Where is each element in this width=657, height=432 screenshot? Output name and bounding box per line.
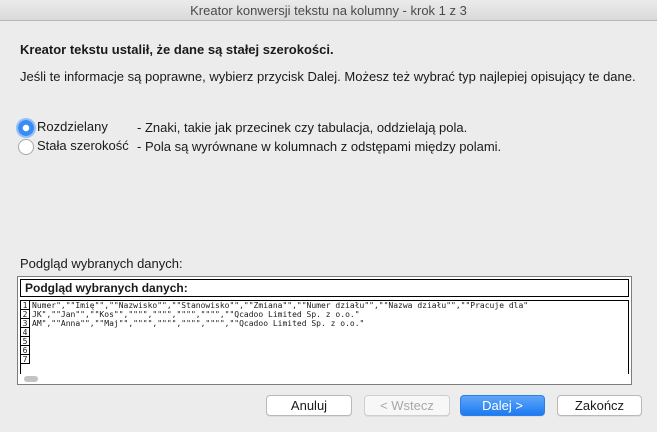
data-preview[interactable]: Podgląd wybranych danych: 1 Numer",""Imię… (17, 276, 632, 385)
option-fixed-width[interactable]: Stała szerokość - Pola są wyrównane w ko… (18, 138, 538, 156)
delimited-radio[interactable] (18, 120, 34, 136)
cancel-button[interactable]: Anuluj (266, 395, 352, 416)
preview-row: 7 (21, 355, 628, 364)
option-delimited[interactable]: Rozdzielany - Znaki, takie jak przecinek… (18, 119, 518, 137)
row-number: 7 (21, 355, 30, 364)
preview-row: 6 (21, 346, 628, 355)
preview-title: Podgląd wybranych danych: (20, 279, 629, 297)
row-number: 1 (21, 301, 30, 310)
preview-row: 2 JK",""Jan"",""Kos"","""","""","""",""""… (21, 310, 628, 319)
wizard-info-text: Jeśli te informacje są poprawne, wybierz… (20, 69, 636, 84)
scrollbar-thumb[interactable] (24, 376, 38, 382)
preview-rows: 1 Numer",""Imię"",""Nazwisko"",""Stanowis… (20, 300, 629, 374)
next-button[interactable]: Dalej > (460, 395, 545, 416)
preview-row: 1 Numer",""Imię"",""Nazwisko"",""Stanowis… (21, 301, 628, 310)
wizard-heading: Kreator tekstu ustalił, że dane są stałe… (20, 42, 334, 57)
preview-label: Podgląd wybranych danych: (20, 256, 183, 271)
preview-row: 3 AM",""Anna"",""Maj"","""","""","""","""… (21, 319, 628, 328)
delimited-label[interactable]: Rozdzielany (37, 119, 108, 134)
row-number: 3 (21, 319, 30, 328)
finish-button[interactable]: Zakończ (557, 395, 642, 416)
row-number: 6 (21, 346, 30, 355)
delimited-description: - Znaki, takie jak przecinek czy tabulac… (137, 120, 468, 135)
window-titlebar: Kreator konwersji tekstu na kolumny - kr… (0, 0, 657, 21)
row-number: 5 (21, 337, 30, 346)
back-button[interactable]: < Wstecz (364, 395, 450, 416)
preview-row: 5 (21, 337, 628, 346)
window-title: Kreator konwersji tekstu na kolumny - kr… (190, 3, 467, 18)
fixed-width-description: - Pola są wyrównane w kolumnach z odstęp… (137, 139, 502, 154)
row-number: 2 (21, 310, 30, 319)
row-text: AM",""Anna"",""Maj"","""","""","""",""""… (32, 319, 365, 328)
fixed-width-radio[interactable] (18, 139, 34, 155)
row-number: 4 (21, 328, 30, 337)
row-text: JK",""Jan"",""Kos"","""","""","""","""",… (32, 310, 360, 319)
fixed-width-label[interactable]: Stała szerokość (37, 138, 129, 153)
horizontal-scrollbar[interactable] (20, 375, 629, 383)
preview-row: 4 (21, 328, 628, 337)
row-text: Numer",""Imię"",""Nazwisko"",""Stanowisk… (32, 301, 529, 310)
